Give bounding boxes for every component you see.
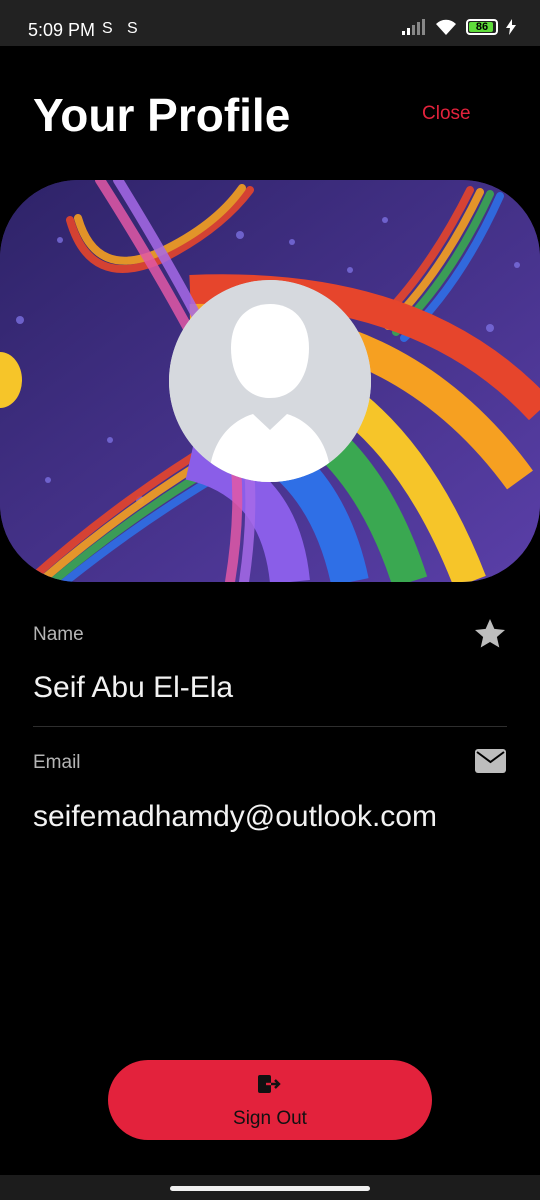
signal-icon xyxy=(402,19,425,35)
status-icons: 86 xyxy=(402,18,516,36)
email-label: Email xyxy=(33,752,81,773)
name-value: Seif Abu El-Ela xyxy=(33,671,234,704)
home-indicator[interactable] xyxy=(170,1186,370,1191)
wifi-icon xyxy=(436,19,456,35)
battery-level: 86 xyxy=(475,21,489,33)
logout-icon xyxy=(258,1075,281,1093)
status-bar: 5:09 PM S S 86 xyxy=(0,0,540,46)
close-button[interactable]: Close xyxy=(422,103,471,125)
charging-icon xyxy=(506,19,516,35)
notification-icon: S xyxy=(102,20,113,37)
star-icon[interactable] xyxy=(472,616,508,652)
mail-icon[interactable] xyxy=(475,749,506,773)
avatar-silhouette xyxy=(169,280,371,482)
default-avatar-icon[interactable] xyxy=(169,280,371,482)
status-time: 5:09 PM xyxy=(28,20,96,40)
field-divider xyxy=(33,726,507,727)
battery-icon: 86 xyxy=(466,19,498,35)
notification-icon: S xyxy=(127,20,138,37)
sign-out-button[interactable]: Sign Out xyxy=(108,1060,432,1140)
sign-out-label: Sign Out xyxy=(233,1108,307,1129)
page-title: Your Profile xyxy=(33,89,291,141)
email-value: seifemadhamdy@outlook.com xyxy=(33,800,437,833)
name-label: Name xyxy=(33,624,84,645)
